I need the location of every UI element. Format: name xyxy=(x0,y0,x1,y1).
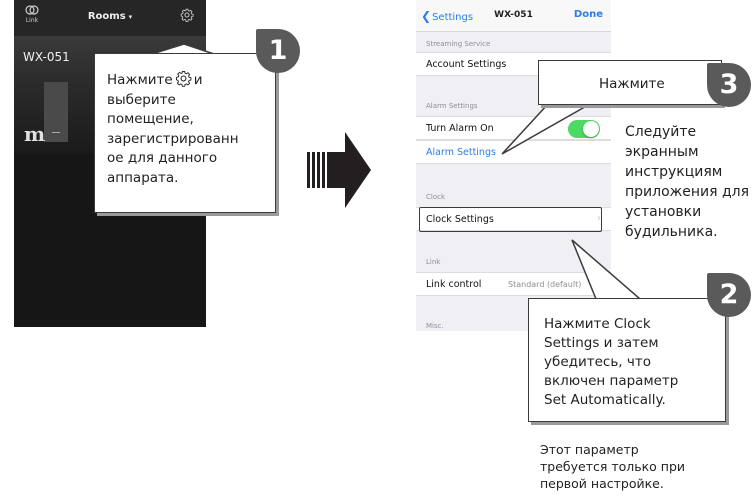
step-badge-2: 2 xyxy=(707,273,751,317)
first-setup-note: Этот параметр требуется только при перво… xyxy=(540,441,740,492)
step-badge-1: 1 xyxy=(256,29,300,73)
step-badge-3: 3 xyxy=(707,63,751,107)
callout-step-1: Нажмите и выберите помещение, зарегистрир… xyxy=(94,53,276,213)
note-line: Этот параметр xyxy=(540,442,639,457)
note-line: первой настройке. xyxy=(540,476,664,491)
instruction-line: экранным xyxy=(625,144,699,160)
callout1-line: Нажмите и xyxy=(107,70,203,88)
callout2-line: убедитесь, что xyxy=(544,354,651,370)
callout1-line: ое для данного xyxy=(107,150,218,166)
instruction-line: инструкциям xyxy=(625,164,723,180)
callout1-line: выберите xyxy=(107,91,176,108)
callout1-line: зарегистрированн xyxy=(107,130,239,147)
instruction-line: приложения для xyxy=(625,184,750,200)
callout3-text: Нажмите xyxy=(599,76,665,92)
callout2-line: Settings и затем xyxy=(544,335,659,351)
callout2-text: Нажмите Clock Settings и затем убедитесь… xyxy=(544,315,725,410)
note-line: требуется только при xyxy=(540,459,686,474)
callout2-line: Нажмите Clock xyxy=(544,316,651,332)
gear-icon xyxy=(175,70,192,87)
instruction-line: установки xyxy=(625,204,702,220)
callout2-line: включен параметр xyxy=(544,373,679,389)
alarm-instructions-text: Следуйте экранным инструкциям приложения… xyxy=(625,122,753,242)
callout1-line: помещение, xyxy=(107,111,194,127)
callout-step-2: Нажмите Clock Settings и затем убедитесь… xyxy=(528,298,726,422)
callout1-line: аппарата. xyxy=(107,169,179,186)
callout-step-3: Нажмите xyxy=(538,60,722,105)
callout1-text: Нажмите и выберите помещение, зарегистрир… xyxy=(107,70,265,188)
instruction-line: Следуйте xyxy=(625,124,697,140)
instruction-line: будильника. xyxy=(625,224,718,240)
callout2-line: Set Automatically. xyxy=(544,392,666,408)
